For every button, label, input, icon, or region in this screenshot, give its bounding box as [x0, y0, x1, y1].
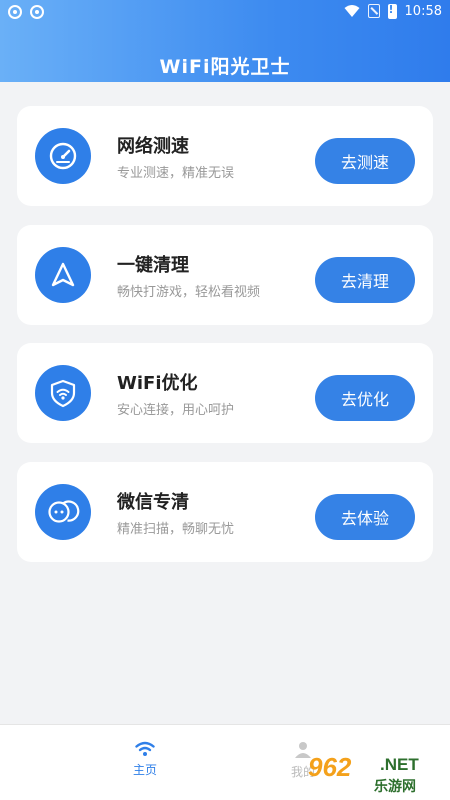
speed-test-button[interactable]: 去测速	[315, 138, 415, 184]
page-title: WiFi阳光卫士	[159, 56, 291, 78]
watermark-logo: 962 .NET 乐游网	[308, 752, 442, 795]
card-subtitle: 畅快打游戏，轻松看视频	[117, 285, 261, 300]
app-header: 10:58 WiFi阳光卫士	[0, 0, 450, 82]
card-title: WiFi优化	[117, 373, 198, 394]
card-title: 网络测速	[117, 136, 189, 157]
sync-notification-icon	[8, 5, 22, 19]
watermark-number: 962	[308, 752, 352, 782]
navigation-arrow-icon	[35, 247, 91, 303]
tab-home[interactable]: 主页	[105, 741, 185, 778]
card-wifi-optimize[interactable]: WiFi优化 安心连接，用心呵护 去优化	[17, 343, 433, 443]
card-title: 一键清理	[117, 255, 189, 276]
speedometer-icon	[35, 128, 91, 184]
sync-notification-icon	[30, 5, 44, 19]
card-speed-test[interactable]: 网络测速 专业测速，精准无误 去测速	[17, 106, 433, 206]
card-title: 微信专清	[117, 492, 189, 513]
wifi-shield-icon	[35, 365, 91, 421]
optimize-button[interactable]: 去优化	[315, 375, 415, 421]
card-one-click-clean[interactable]: 一键清理 畅快打游戏，轻松看视频 去清理	[17, 225, 433, 325]
status-time: 10:58	[404, 3, 442, 19]
status-bar: 10:58	[0, 0, 450, 26]
card-subtitle: 专业测速，精准无误	[117, 166, 235, 181]
wechat-icon	[35, 484, 91, 540]
watermark-net: .NET	[380, 755, 419, 774]
try-button[interactable]: 去体验	[315, 494, 415, 540]
no-sim-icon	[367, 4, 380, 18]
battery-icon	[387, 3, 397, 19]
wifi-signal-icon	[344, 5, 360, 17]
tab-home-label: 主页	[132, 763, 157, 777]
card-subtitle: 安心连接，用心呵护	[117, 403, 235, 418]
card-wechat-clean[interactable]: 微信专清 精准扫描，畅聊无忧 去体验	[17, 462, 433, 562]
wifi-icon	[135, 741, 155, 756]
watermark-subtitle: 乐游网	[374, 779, 416, 795]
clean-button[interactable]: 去清理	[315, 257, 415, 303]
card-subtitle: 精准扫描，畅聊无忧	[117, 522, 235, 537]
